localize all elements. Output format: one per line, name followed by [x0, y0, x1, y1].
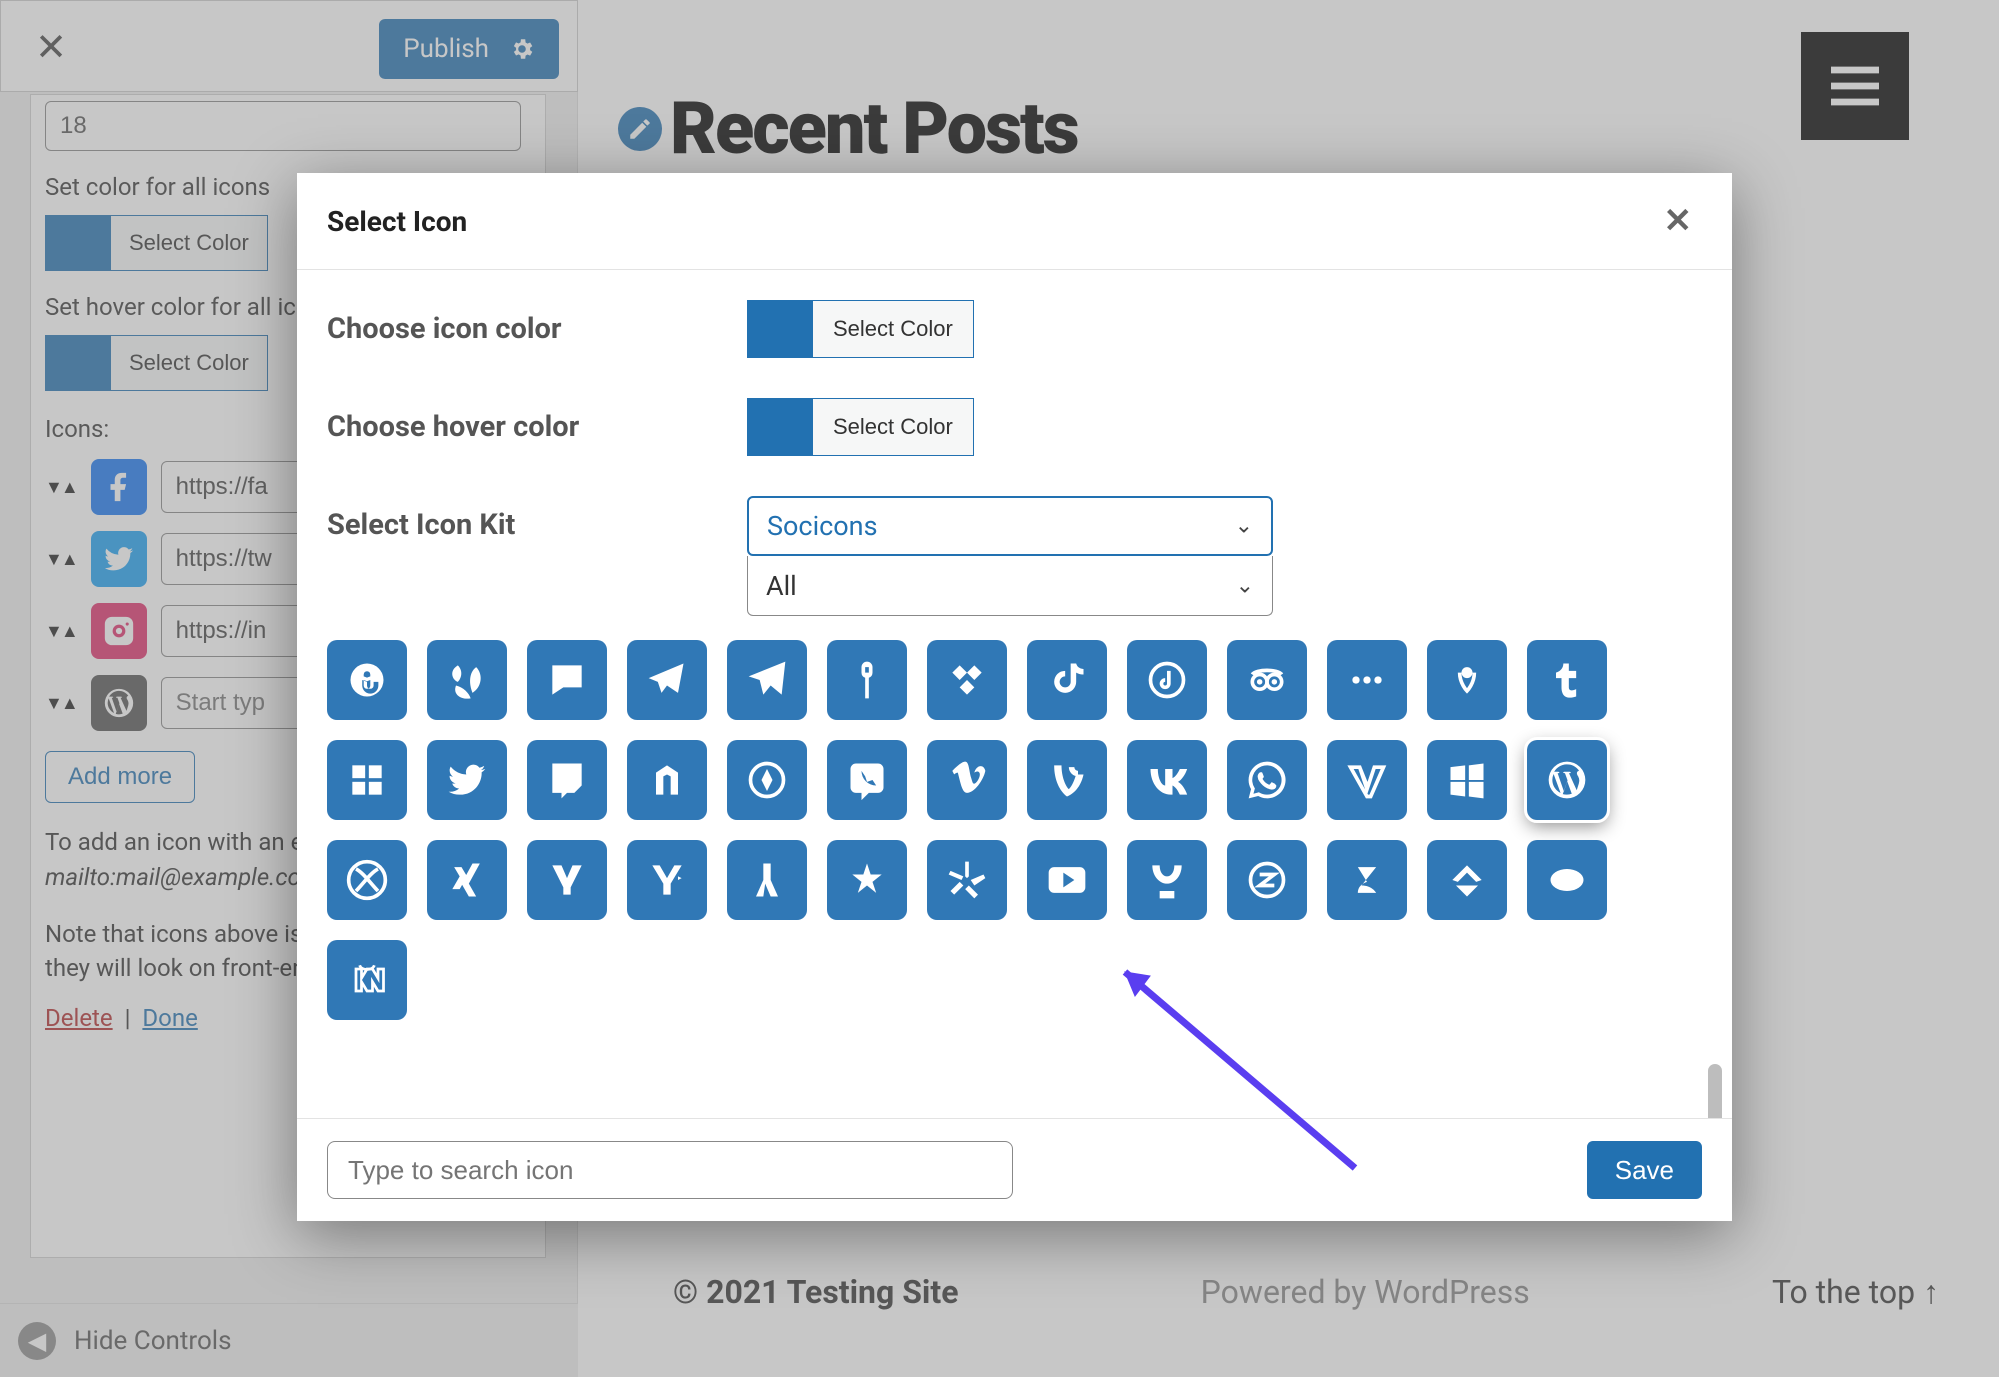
- icon-grid: [327, 640, 1704, 1020]
- icon-zomato[interactable]: [1527, 840, 1607, 920]
- chevron-down-icon: ⌄: [1235, 514, 1253, 539]
- icon-filter-select[interactable]: All ⌄: [747, 556, 1273, 616]
- icon-yahoo[interactable]: [527, 840, 607, 920]
- icon-wordpress[interactable]: [1527, 740, 1607, 820]
- row-icon-kit: Select Icon Kit Socicons ⌄ All ⌄: [327, 496, 1704, 616]
- scrollbar[interactable]: [1708, 750, 1722, 1118]
- select-icon-modal: Select Icon ✕ Choose icon color Select C…: [297, 173, 1732, 1221]
- search-input[interactable]: [327, 1141, 1013, 1199]
- icon-tiktok[interactable]: [1027, 640, 1107, 720]
- icon-xing[interactable]: [427, 840, 507, 920]
- icon-zazzle[interactable]: [1227, 840, 1307, 920]
- icon-chat[interactable]: [527, 640, 607, 720]
- close-icon[interactable]: ✕: [1664, 201, 1693, 241]
- icon-wikipedia[interactable]: [1327, 740, 1407, 820]
- color-swatch[interactable]: [747, 300, 813, 358]
- modal-body: Choose icon color Select Color Choose ho…: [297, 270, 1732, 1118]
- icon-stumbleupon[interactable]: [327, 640, 407, 720]
- icon-whatsapp[interactable]: [1227, 740, 1307, 820]
- label-choose-color: Choose icon color: [327, 312, 747, 346]
- icon-tumblr[interactable]: [1527, 640, 1607, 720]
- modal-header: Select Icon ✕: [297, 173, 1732, 270]
- icon-viber[interactable]: [827, 740, 907, 820]
- select-color-button[interactable]: Select Color: [813, 398, 974, 456]
- icon-swarm[interactable]: [427, 640, 507, 720]
- modal-footer: Save: [297, 1118, 1732, 1221]
- row-choose-hover: Choose hover color Select Color: [327, 398, 1704, 456]
- chevron-down-icon: ⌄: [1236, 573, 1254, 598]
- icon-younow[interactable]: [1127, 840, 1207, 920]
- icon-zynga[interactable]: [327, 940, 407, 1020]
- save-button[interactable]: Save: [1587, 1141, 1702, 1199]
- icon-vimeo[interactable]: [927, 740, 1007, 820]
- icon-telegram-plane[interactable]: [727, 640, 807, 720]
- icon-yelp[interactable]: [927, 840, 1007, 920]
- icon-telegram[interactable]: [627, 640, 707, 720]
- icon-yandex[interactable]: [727, 840, 807, 920]
- icon-kit-select[interactable]: Socicons ⌄: [747, 496, 1273, 556]
- icon-tiktok-alt[interactable]: [1127, 640, 1207, 720]
- icon-twitter[interactable]: [427, 740, 507, 820]
- select-color-button[interactable]: Select Color: [813, 300, 974, 358]
- icon-twitch[interactable]: [527, 740, 607, 820]
- icon-windows[interactable]: [1427, 740, 1507, 820]
- row-choose-color: Choose icon color Select Color: [327, 300, 1704, 358]
- icon-triller[interactable]: [1327, 640, 1407, 720]
- icon-trover[interactable]: [1427, 640, 1507, 720]
- icon-youtube[interactable]: [1027, 840, 1107, 920]
- icon-vk[interactable]: [1127, 740, 1207, 820]
- modal-title: Select Icon: [327, 205, 467, 238]
- icon-tidal[interactable]: [927, 640, 1007, 720]
- icon-tripadvisor[interactable]: [1227, 640, 1307, 720]
- label-icon-kit: Select Icon Kit: [327, 496, 747, 542]
- color-swatch[interactable]: [747, 398, 813, 456]
- icon-yelp-star[interactable]: [827, 840, 907, 920]
- label-choose-hover: Choose hover color: [327, 410, 747, 444]
- icon-zillow[interactable]: [1427, 840, 1507, 920]
- icon-tunein[interactable]: [327, 740, 407, 820]
- scrollbar-thumb[interactable]: [1708, 1064, 1722, 1118]
- icon-zerply[interactable]: [1327, 840, 1407, 920]
- icon-yammer[interactable]: [627, 840, 707, 920]
- icon-udemy[interactable]: [627, 740, 707, 820]
- icon-xbox[interactable]: [327, 840, 407, 920]
- icon-vine[interactable]: [1027, 740, 1107, 820]
- icon-fork[interactable]: [827, 640, 907, 720]
- icon-unsplash[interactable]: [727, 740, 807, 820]
